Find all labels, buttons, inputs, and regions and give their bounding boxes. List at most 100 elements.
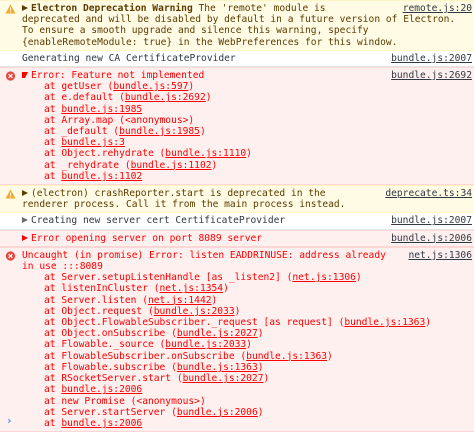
stack-frame-link[interactable]: bundle.js:1985 (61, 104, 142, 115)
console-message-error[interactable]: bundle.js:2692 Error: Feature not implem… (0, 67, 474, 186)
stack-frame: at Flowable.subscribe (bundle.js:1363) (22, 362, 474, 373)
stack-frame: at Flowable._source (bundle.js:2033) (22, 339, 474, 350)
message-text: The 'remote' module is (192, 3, 326, 14)
stack-frame: at bundle.js:1102 (22, 171, 474, 182)
warning-icon (5, 189, 16, 199)
stack-frame-text: ) (188, 81, 195, 93)
stack-frame-text: at (44, 417, 62, 429)
stack-frame: at e.default (bundle.js:2692) (22, 92, 474, 103)
error-icon (5, 251, 16, 261)
source-link[interactable]: net.js:1306 (404, 249, 472, 262)
stack-frame: at bundle.js:1985 (22, 104, 474, 115)
stack-frame-text: at new Promise (<anonymous>) (44, 395, 206, 407)
stack-frame-link[interactable]: bundle.js:1102 (61, 171, 142, 182)
stack-frame-text: at Flowable.subscribe ( (44, 361, 177, 373)
stack-frame-text: at (44, 137, 62, 149)
stack-frame-text: at (44, 384, 62, 396)
console-message-info[interactable]: bundle.js:2007 Creating new server cert … (0, 213, 474, 230)
message-text: (electron) crashReporter.start is deprec… (31, 188, 326, 200)
source-link[interactable]: bundle.js:2007 (387, 215, 472, 226)
stack-frame: at Server.startServer (bundle.js:2006) (22, 407, 474, 418)
stack-frame-text: at listenInCluster ( (44, 283, 160, 295)
stack-frame-link[interactable]: bundle.js:2027 (177, 328, 258, 339)
console-message-error[interactable]: net.js:1306 Uncaught (in promise) Error:… (0, 246, 474, 432)
stack-frame-link[interactable]: net.js:1306 (292, 272, 356, 283)
stack-frame: at FlowableSubscriber.onSubscribe (bundl… (22, 351, 474, 362)
console-message-warning[interactable]: remote.js:20 Electron Deprecation Warnin… (0, 0, 474, 51)
stack-frame-text: at FlowableSubscriber.onSubscribe ( (44, 350, 247, 362)
stack-frame-link[interactable]: bundle.js:3 (61, 137, 125, 148)
stack-frame: at Object.request (bundle.js:2033) (22, 306, 474, 317)
source-link[interactable]: deprecate.ts:34 (381, 188, 472, 200)
stack-frame-text: ) (246, 339, 252, 351)
devtools-console: remote.js:20 Electron Deprecation Warnin… (0, 0, 474, 432)
stack-frame: at bundle.js:2006 (22, 418, 474, 429)
stack-frame: at new Promise (<anonymous>) (22, 396, 474, 407)
expand-triangle-icon[interactable] (22, 190, 28, 197)
stack-frame-link[interactable]: bundle.js:2006 (177, 407, 258, 418)
error-icon (5, 71, 16, 81)
stack-frame-link[interactable]: bundle.js:1363 (246, 351, 327, 362)
stack-frame-text: at Server.listen ( (44, 294, 148, 306)
stack-frame-text: ) (199, 126, 206, 138)
message-text: {enableRemoteModule: true} in the WebPre… (22, 36, 398, 48)
stack-frame-text: at getUser ( (44, 81, 114, 93)
collapse-triangle-icon[interactable] (22, 72, 28, 79)
console-prompt-caret[interactable]: › (6, 415, 13, 426)
stack-frame-link[interactable]: bundle.js:2006 (61, 418, 142, 429)
stack-frame-link[interactable]: bundle.js:597 (113, 81, 188, 92)
console-message-info[interactable]: bundle.js:2007 Generating new CA Certifi… (0, 51, 474, 68)
stack-frame-text: ) (257, 328, 264, 340)
source-link[interactable]: bundle.js:2006 (387, 232, 472, 244)
stack-frame: at Array.map (<anonymous>) (22, 115, 474, 126)
stack-frame-text: at (44, 170, 62, 182)
stack-frame-link[interactable]: bundle.js:1363 (177, 362, 258, 373)
stack-frame-link[interactable]: net.js:1354 (160, 283, 224, 294)
stack-frame: at bundle.js:3 (22, 137, 474, 148)
source-link[interactable]: remote.js:20 (398, 3, 472, 15)
stack-frame-link[interactable]: net.js:1442 (148, 295, 212, 306)
stack-frame-text: ) (234, 305, 241, 317)
console-message-error[interactable]: bundle.js:2006 Error opening server on p… (0, 229, 474, 247)
warning-icon (5, 4, 16, 14)
stack-frame-text: at RSocketServer.start ( (44, 373, 183, 385)
stack-frame: at _default (bundle.js:1985) (22, 126, 474, 137)
stack-frame-text: at Object.rehydrate ( (44, 148, 166, 160)
stack-frame: at _rehydrate (bundle.js:1102) (22, 160, 474, 171)
stack-frame: at RSocketServer.start (bundle.js:2027) (22, 373, 474, 384)
stack-frame-text: at Object.request ( (44, 305, 154, 317)
source-link[interactable]: bundle.js:2692 (387, 70, 472, 82)
stack-frame-text: ) (257, 361, 264, 373)
stack-frame-text: at Object.onSubscribe ( (44, 328, 177, 340)
expand-triangle-icon[interactable] (22, 234, 28, 241)
stack-frame-text: ) (355, 272, 362, 284)
stack-trace: at getUser (bundle.js:597) at e.default (… (22, 81, 474, 182)
stack-frame-link[interactable]: bundle.js:2033 (165, 339, 246, 350)
stack-frame-text: at (44, 103, 62, 115)
expand-triangle-icon[interactable] (22, 5, 28, 11)
stack-frame-text: at Server.setupListenHandle [as _listen2… (44, 272, 293, 284)
stack-frame-text: at _rehydrate ( (44, 159, 131, 171)
stack-frame-link[interactable]: bundle.js:1110 (165, 148, 246, 159)
message-text: deprecated and will be disabled by defau… (22, 14, 456, 26)
stack-frame: at Object.rehydrate (bundle.js:1110) (22, 148, 474, 159)
source-link[interactable]: bundle.js:2007 (387, 53, 472, 64)
stack-frame-link[interactable]: bundle.js:2006 (61, 384, 142, 395)
stack-frame-link[interactable]: bundle.js:1102 (131, 160, 212, 171)
stack-frame-link[interactable]: bundle.js:1985 (119, 126, 200, 137)
console-message-warning[interactable]: deprecate.ts:34 (electron) crashReporter… (0, 185, 474, 214)
stack-frame-link[interactable]: bundle.js:2027 (183, 373, 264, 384)
stack-trace: at Server.setupListenHandle [as _listen2… (22, 272, 474, 429)
stack-frame-link[interactable]: bundle.js:2692 (125, 92, 206, 103)
stack-frame-text: at Object.FlowableSubscriber._request [a… (44, 317, 345, 329)
stack-frame-text: ) (246, 148, 252, 160)
message-text: Error: Feature not implemented (31, 70, 205, 82)
message-text: renderer process. Call it from the main … (22, 199, 346, 211)
stack-frame-link[interactable]: bundle.js:2033 (154, 306, 235, 317)
stack-frame-text: ) (263, 373, 270, 385)
stack-frame-text: at Server.startServer ( (44, 406, 177, 418)
expand-triangle-icon[interactable] (22, 217, 28, 224)
message-text: To ensure a smooth upgrade and silence t… (22, 25, 369, 37)
stack-frame-text: ) (223, 283, 229, 295)
stack-frame-link[interactable]: bundle.js:1363 (344, 317, 425, 328)
